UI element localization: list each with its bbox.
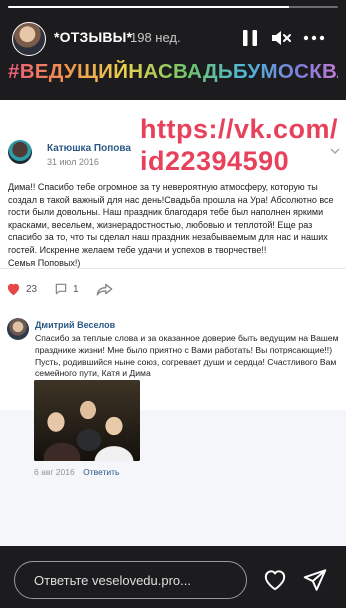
post-author[interactable]: Катюшка Попова [47, 143, 131, 154]
post-date: 31 июл 2016 [47, 157, 99, 167]
comment-reply-link[interactable]: Ответить [83, 467, 119, 477]
photo-content [34, 380, 140, 461]
story-viewer: *ОТЗЫВЫ* 198 нед. #ВЕДУЩИЙНАСВАДЬБУМОСКВ… [0, 0, 346, 608]
like-count: 23 [26, 283, 38, 295]
progress-fill [8, 6, 289, 8]
reply-input[interactable]: Ответьте veselovedu.pro... [14, 561, 247, 599]
share-button[interactable] [96, 282, 113, 296]
comment-button[interactable]: 1 [54, 282, 79, 296]
review-screenshot: Катюшка Попова 31 июл 2016 Дима!! Спасиб… [0, 100, 346, 546]
comment-author[interactable]: Дмитрий Веселов [35, 320, 115, 330]
progress-segment [8, 6, 338, 8]
mute-icon[interactable] [269, 26, 293, 50]
post-actions: 23 1 [0, 279, 346, 301]
comment-count: 1 [73, 283, 79, 295]
send-icon[interactable] [302, 567, 328, 593]
comment-date: 6 авг 2016 [34, 467, 75, 477]
post-signature: Семья Поповых!) [8, 257, 81, 268]
heart-icon[interactable] [262, 567, 288, 593]
hashtag-caption: #ВЕДУЩИЙНАСВАДЬБУМОСКВА [8, 60, 346, 83]
account-name[interactable]: *ОТЗЫВЫ* [54, 29, 132, 45]
story-age: 198 нед. [130, 30, 181, 45]
comment-meta: 6 авг 2016 Ответить [34, 467, 119, 477]
comment-author-avatar[interactable] [7, 318, 29, 340]
like-button[interactable]: 23 [6, 282, 37, 296]
comment-photo[interactable] [34, 380, 140, 461]
vk-link-line2: id22394590 [140, 146, 290, 176]
vk-link-line1: https://vk.com/ [140, 114, 339, 144]
heart-icon [7, 283, 20, 296]
post-text: Дима!! Спасибо тебе огромное за ту невер… [8, 181, 340, 269]
account-avatar[interactable] [12, 22, 46, 56]
vk-profile-link: https://vk.com/ id22394590 [140, 114, 338, 176]
more-icon[interactable] [302, 26, 326, 50]
post-body: Дима!! Спасибо тебе огромное за ту невер… [8, 182, 334, 255]
story-progress [8, 6, 338, 8]
divider [0, 268, 346, 269]
comment-text: Спасибо за теплые слова и за оказанное д… [35, 333, 339, 379]
post-author-avatar[interactable] [8, 140, 32, 164]
story-header: *ОТЗЫВЫ* 198 нед. [0, 18, 346, 58]
share-icon [96, 283, 113, 296]
pause-icon[interactable] [238, 26, 262, 50]
comment-icon [55, 283, 67, 295]
